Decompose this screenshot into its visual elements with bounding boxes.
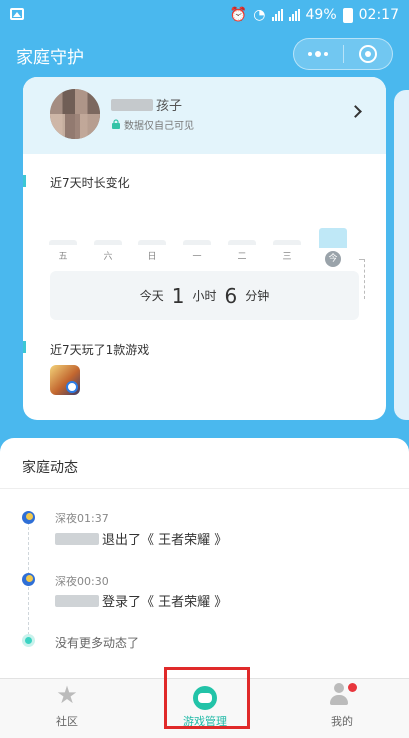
child-summary-card: 孩子 数据仅自己可见 近7天时长变化 五 六 日 一 二 三 今 今天 1 小时… [23, 77, 386, 420]
games-section-title: 近7天玩了1款游戏 [50, 343, 150, 357]
dashed-connector [359, 259, 365, 299]
day-column[interactable]: 五 [49, 240, 77, 262]
timeline-end-dot [22, 634, 35, 647]
minutes-value: 6 [224, 283, 238, 308]
game-app-icon[interactable] [50, 365, 80, 395]
next-card-edge[interactable] [394, 90, 409, 420]
minutes-unit: 分钟 [245, 289, 270, 303]
day-column[interactable]: 二 [228, 240, 256, 262]
battery-icon [342, 7, 353, 23]
family-activity-panel: 家庭动态 深夜01:37 退出了《 王者荣耀 》 深夜00:30 登录了《 王者… [0, 438, 409, 678]
privacy-note: 数据仅自己可见 [124, 121, 194, 132]
event-time: 深夜00:30 [55, 575, 109, 588]
section-marker [23, 341, 26, 353]
page-title: 家庭守护 [16, 48, 84, 68]
star-icon: ★ [56, 681, 78, 709]
today-usage-summary: 今天 1 小时 6 分钟 [50, 271, 359, 320]
tab-label: 我的 [331, 715, 353, 728]
weekly-usage-chart: 五 六 日 一 二 三 [49, 240, 363, 268]
usage-section-title: 近7天时长变化 [50, 176, 130, 190]
chevron-right-icon[interactable] [349, 105, 362, 118]
today-label: 今天 [139, 289, 164, 303]
app-header: 家庭守护 [0, 32, 409, 76]
lock-icon [112, 119, 120, 129]
avatar [50, 89, 100, 139]
blurred-child-name [55, 533, 99, 545]
section-marker [23, 175, 26, 187]
alarm-icon: ⏰ [229, 7, 248, 23]
target-icon [358, 45, 377, 63]
highlight-box [164, 667, 250, 729]
blurred-child-name [111, 99, 153, 111]
no-more-activity: 没有更多动态了 [55, 636, 140, 650]
signal-icon [271, 9, 283, 21]
today-day-label: 今 [325, 251, 341, 267]
signal-icon-2 [288, 9, 300, 21]
tab-community[interactable]: ★ 社区 [17, 679, 117, 735]
divider [0, 488, 409, 489]
child-profile-row[interactable]: 孩子 数据仅自己可见 [23, 77, 386, 154]
tab-label: 社区 [56, 715, 78, 728]
gallery-icon [10, 8, 24, 20]
event-time: 深夜01:37 [55, 512, 109, 525]
hours-value: 1 [171, 283, 185, 308]
notification-dot [348, 683, 357, 692]
day-column[interactable]: 三 [273, 240, 301, 262]
event-text: 登录了《 王者荣耀 》 [102, 595, 228, 610]
tab-me[interactable]: 我的 [292, 679, 392, 735]
close-miniprogram-button[interactable] [344, 39, 393, 69]
moon-icon [22, 511, 35, 524]
today-usage-bar[interactable] [319, 228, 347, 248]
event-text: 退出了《 王者荣耀 》 [102, 533, 228, 548]
battery-percent: 49% [305, 7, 337, 23]
blurred-child-name [55, 595, 99, 607]
family-activity-title: 家庭动态 [22, 460, 78, 476]
day-column[interactable]: 日 [138, 240, 166, 262]
hours-unit: 小时 [192, 289, 217, 303]
day-column[interactable]: 六 [94, 240, 122, 262]
clock: 02:17 [358, 7, 399, 23]
person-icon [328, 683, 350, 707]
wifi-icon: ◔ [253, 7, 266, 23]
child-label: 孩子 [156, 99, 183, 114]
more-menu-button[interactable] [294, 45, 344, 63]
status-bar: ⏰ ◔ 49% 02:17 [0, 0, 409, 32]
moon-icon [22, 573, 35, 586]
day-column[interactable]: 一 [183, 240, 211, 262]
miniprogram-capsule [293, 38, 393, 70]
